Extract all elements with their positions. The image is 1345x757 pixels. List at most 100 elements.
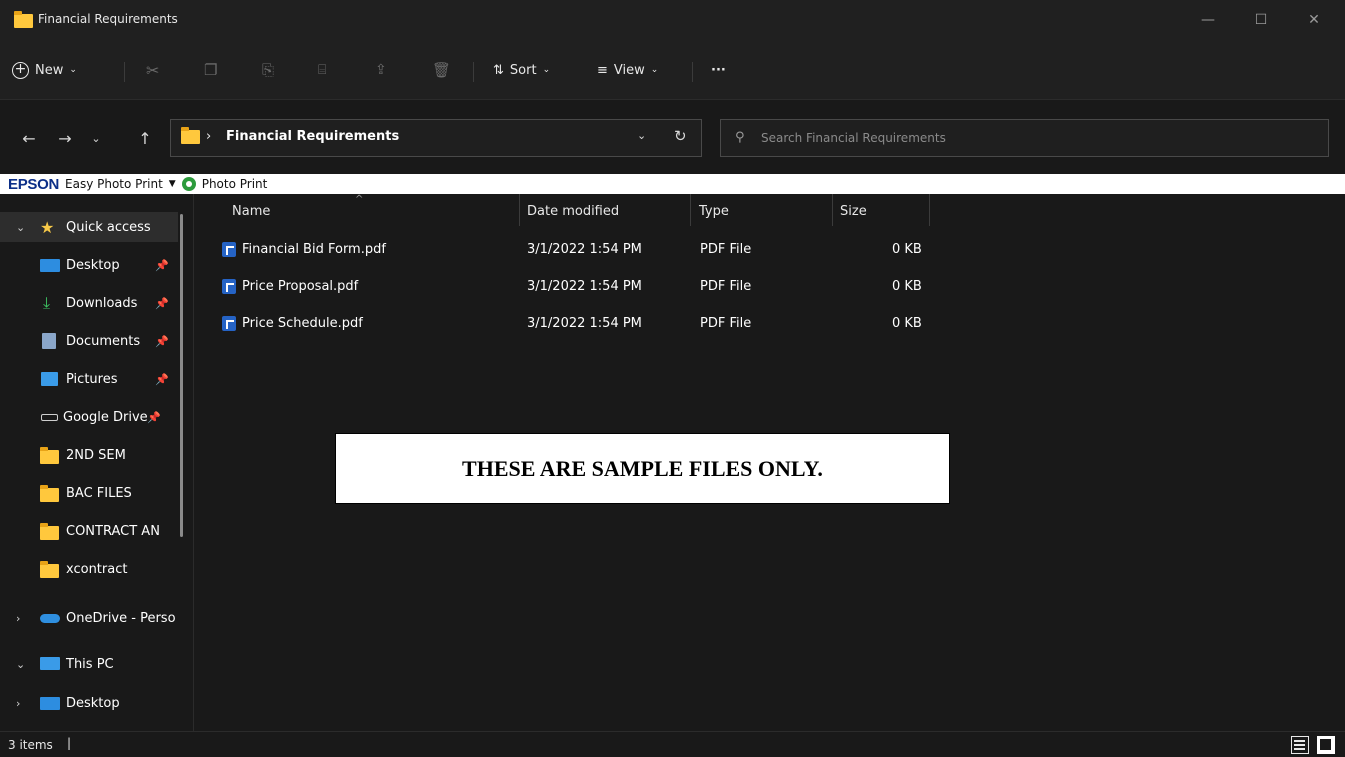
address-bar[interactable]: › Financial Requirements ⌄ ↻	[170, 119, 702, 157]
folder-icon	[40, 485, 59, 502]
pin-icon[interactable]: 📌	[155, 259, 169, 272]
search-input[interactable]	[761, 128, 1301, 148]
pdf-icon	[222, 279, 236, 294]
rename-icon: ⌸	[318, 62, 327, 78]
chevron-right-icon: ›	[16, 611, 21, 625]
column-header-size[interactable]: Size	[840, 194, 867, 228]
plus-circle-icon: +	[12, 61, 29, 79]
toolbar-divider	[124, 62, 125, 82]
nav-item-documents[interactable]: Documents 📌	[0, 326, 178, 356]
folder-icon	[181, 127, 200, 144]
file-row[interactable]: Price Proposal.pdf 3/1/2022 1:54 PM PDF …	[213, 271, 933, 301]
epson-toolbar: EPSON Easy Photo Print ▼ Photo Print	[0, 174, 1345, 194]
column-divider[interactable]	[929, 194, 930, 226]
nav-pc-desktop[interactable]: › Desktop	[0, 688, 178, 718]
desktop-icon	[40, 697, 60, 710]
new-label: New	[35, 62, 64, 78]
folder-icon	[14, 11, 33, 28]
forward-button[interactable]: →	[51, 124, 79, 152]
sort-button[interactable]: ⇅ Sort ⌄	[493, 54, 550, 86]
status-separator: |	[67, 736, 72, 750]
column-divider[interactable]	[519, 194, 520, 226]
column-header-name[interactable]: Name	[232, 194, 270, 228]
recent-locations-button[interactable]: ⌄	[82, 124, 110, 152]
nav-label: 2ND SEM	[66, 447, 126, 463]
column-header-type[interactable]: Type	[699, 194, 729, 228]
nav-label: This PC	[66, 656, 114, 672]
nav-item-xcontract[interactable]: xcontract	[0, 554, 178, 584]
trash-icon: 🗑	[432, 61, 452, 79]
nav-item-google-drive[interactable]: Google Drive 📌	[0, 402, 178, 432]
delete-button[interactable]: 🗑	[432, 54, 451, 86]
column-header-date[interactable]: Date modified	[527, 194, 619, 228]
back-button[interactable]: ←	[15, 124, 43, 152]
chevron-down-icon: ⌄	[91, 131, 101, 145]
pin-icon[interactable]: 📌	[155, 373, 169, 386]
nav-item-pictures[interactable]: Pictures 📌	[0, 364, 178, 394]
nav-item-desktop[interactable]: Desktop 📌	[0, 250, 178, 280]
nav-this-pc[interactable]: ⌄ This PC	[0, 649, 178, 679]
address-dropdown-icon[interactable]: ⌄	[637, 129, 646, 142]
nav-item-contract[interactable]: CONTRACT AN	[0, 516, 178, 546]
rename-button[interactable]: ⌸	[318, 54, 326, 86]
photo-print-button[interactable]: Photo Print	[202, 177, 268, 191]
new-button[interactable]: + New ⌄	[12, 54, 77, 86]
file-type: PDF File	[700, 241, 752, 257]
pin-icon[interactable]: 📌	[155, 297, 169, 310]
pin-icon[interactable]: 📌	[147, 411, 161, 424]
nav-label: xcontract	[66, 561, 128, 577]
file-type: PDF File	[700, 278, 752, 294]
folder-icon	[40, 561, 59, 578]
minimize-button[interactable]: —	[1185, 0, 1231, 40]
easy-photo-print-button[interactable]: Easy Photo Print	[65, 177, 163, 191]
pin-icon[interactable]: 📌	[155, 335, 169, 348]
sort-up-icon: ^	[355, 194, 364, 205]
nav-label: Quick access	[66, 219, 151, 235]
arrow-up-icon: ↑	[138, 128, 152, 148]
close-button[interactable]: ✕	[1291, 0, 1337, 40]
large-icons-view-icon[interactable]	[1317, 736, 1335, 754]
share-button[interactable]: ⇪	[375, 54, 387, 86]
file-date: 3/1/2022 1:54 PM	[527, 278, 642, 294]
breadcrumb-chevron-icon: ›	[206, 129, 212, 144]
pdf-icon	[222, 316, 236, 331]
nav-item-bac-files[interactable]: BAC FILES	[0, 478, 178, 508]
nav-label: BAC FILES	[66, 485, 132, 501]
file-row[interactable]: Price Schedule.pdf 3/1/2022 1:54 PM PDF …	[213, 308, 933, 338]
refresh-icon[interactable]: ↻	[674, 127, 687, 145]
chevron-right-icon: ›	[16, 696, 21, 710]
nav-onedrive[interactable]: › OneDrive - Perso	[0, 603, 178, 633]
file-name: Price Proposal.pdf	[242, 278, 359, 294]
desktop-icon	[40, 259, 60, 272]
nav-label: Documents	[66, 333, 141, 349]
chevron-down-icon: ⌄	[542, 65, 551, 75]
search-box[interactable]: ⚲	[720, 119, 1329, 157]
paste-button[interactable]: ⎘	[262, 54, 274, 86]
breadcrumb-item[interactable]: Financial Requirements	[226, 129, 399, 144]
download-icon: ⤓	[43, 293, 51, 312]
nav-label: Pictures	[66, 371, 118, 387]
nav-item-2nd-sem[interactable]: 2ND SEM	[0, 440, 178, 470]
chevron-down-icon: ⌄	[16, 220, 26, 234]
cut-button[interactable]: ✂	[146, 54, 159, 86]
nav-quick-access[interactable]: ⌄ ★ Quick access	[0, 212, 178, 242]
nav-scrollbar[interactable]	[180, 214, 183, 537]
status-bar: 3 items |	[0, 731, 1345, 757]
photo-print-icon	[181, 177, 196, 191]
view-button[interactable]: ≡ View ⌄	[597, 54, 658, 86]
command-bar: + New ⌄ ✂ ❐ ⎘ ⌸ ⇪ 🗑 ⇅ Sort ⌄ ≡ View ⌄ ··…	[0, 40, 1345, 100]
column-divider[interactable]	[690, 194, 691, 226]
column-divider[interactable]	[832, 194, 833, 226]
arrow-left-icon: ←	[22, 128, 36, 148]
toolbar-divider	[692, 62, 693, 82]
nav-item-downloads[interactable]: ⤓ Downloads 📌	[0, 288, 178, 318]
pictures-icon	[41, 372, 58, 386]
file-name: Price Schedule.pdf	[242, 315, 363, 331]
details-view-icon[interactable]	[1291, 736, 1309, 754]
chevron-down-icon[interactable]: ▼	[169, 179, 176, 189]
maximize-button[interactable]: ☐	[1238, 0, 1284, 40]
more-options-button[interactable]: ···	[711, 54, 726, 86]
file-row[interactable]: Financial Bid Form.pdf 3/1/2022 1:54 PM …	[213, 234, 933, 264]
copy-button[interactable]: ❐	[204, 54, 217, 86]
up-button[interactable]: ↑	[131, 124, 159, 152]
